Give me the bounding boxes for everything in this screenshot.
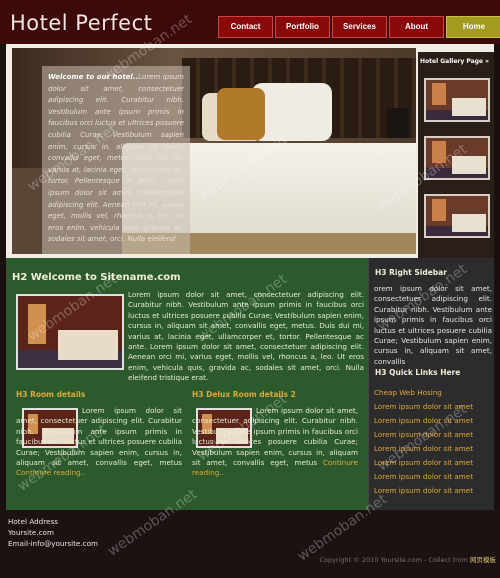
sidebar-text: orem ipsum dolor sit amet, consectetuer … — [374, 284, 492, 366]
footer-email[interactable]: Email-info@yoursite.com — [8, 538, 98, 549]
quick-link[interactable]: Lorem ipsum dolor sit amet — [374, 400, 492, 414]
room-details-more-link[interactable]: Continure reading.. — [16, 468, 85, 477]
gallery-thumb-1[interactable] — [424, 78, 490, 122]
footer-copyright: Copyright © 2010 Yoursite.com - Collect … — [319, 554, 496, 564]
welcome-heading: H2 Welcome to Sitename.com — [12, 272, 181, 283]
quick-link[interactable]: Lorem ipsum dolor sit amet — [374, 484, 492, 498]
right-sidebar: H3 Right Sidebar orem ipsum dolor sit am… — [368, 258, 494, 510]
main-content: H2 Welcome to Sitename.com Lorem ipsum d… — [6, 258, 368, 510]
nav-home[interactable]: Home — [446, 16, 500, 38]
footer-address: Hotel Address — [8, 517, 58, 526]
footer-contact: Hotel Address Yoursite.com Email-info@yo… — [8, 516, 98, 549]
banner-intro-text: Lorem ipsum dolor sit amet, consectetuer… — [48, 73, 184, 244]
copyright-text: Copyright © 2010 Yoursite.com - Collect … — [319, 556, 470, 564]
nav-about[interactable]: About — [389, 16, 444, 38]
room-details-text: Lorem ipsum dolor sit amet, consectetuer… — [16, 406, 182, 479]
banner-intro: Welcome to our hotel..Lorem ipsum dolor … — [42, 66, 190, 254]
welcome-text: Lorem ipsum dolor sit amet, consectetuer… — [128, 290, 364, 383]
quick-link[interactable]: Lorem ipsum dolor sit amet — [374, 414, 492, 428]
quick-link[interactable]: Lorem ipsum dolor sit amet — [374, 428, 492, 442]
copyright-link[interactable]: 网页模板 — [470, 556, 496, 564]
gallery-thumb-2[interactable] — [424, 136, 490, 180]
site-logo[interactable]: Hotel Perfect — [10, 11, 152, 35]
quick-link[interactable]: Lorem ipsum dolor sit amet — [374, 442, 492, 456]
site-footer: Hotel Address Yoursite.com Email-info@yo… — [0, 510, 500, 578]
welcome-image — [16, 294, 124, 370]
banner-intro-title: Welcome to our hotel.. — [48, 73, 139, 81]
footer-site[interactable]: Yoursite.com — [8, 527, 98, 538]
delux-details-text: Lorem ipsum dolor sit amet, consectetuer… — [192, 406, 358, 479]
nav-services[interactable]: Services — [332, 16, 387, 38]
hero-banner: Welcome to our hotel..Lorem ipsum dolor … — [6, 44, 494, 258]
quick-link[interactable]: Lorem ipsum dolor sit amet — [374, 470, 492, 484]
quick-link[interactable]: Cheap Web Hosing — [374, 386, 492, 400]
nav-portfolio[interactable]: Portfolio — [275, 16, 330, 38]
quick-links-list: Cheap Web Hosing Lorem ipsum dolor sit a… — [374, 386, 492, 498]
gallery-thumb-3[interactable] — [424, 194, 490, 238]
gallery-strip: Hotel Gallery Page » — [418, 52, 494, 258]
room-details-heading: H3 Room details — [16, 390, 86, 399]
nav-contact[interactable]: Contact — [218, 16, 273, 38]
main-nav: Contact Portfolio Services About Home — [218, 16, 500, 38]
quick-links-heading: H3 Quick Links Here — [375, 368, 461, 377]
gallery-link[interactable]: Hotel Gallery Page » — [420, 58, 489, 65]
quick-link[interactable]: Lorem ipsum dolor sit amet — [374, 456, 492, 470]
delux-details-heading: H3 Delux Room details 2 — [192, 390, 296, 399]
site-header: Hotel Perfect Contact Portfolio Services… — [0, 0, 500, 44]
room-details-body: Lorem ipsum dolor sit amet, consectetuer… — [16, 406, 182, 468]
sidebar-heading: H3 Right Sidebar — [375, 268, 447, 277]
